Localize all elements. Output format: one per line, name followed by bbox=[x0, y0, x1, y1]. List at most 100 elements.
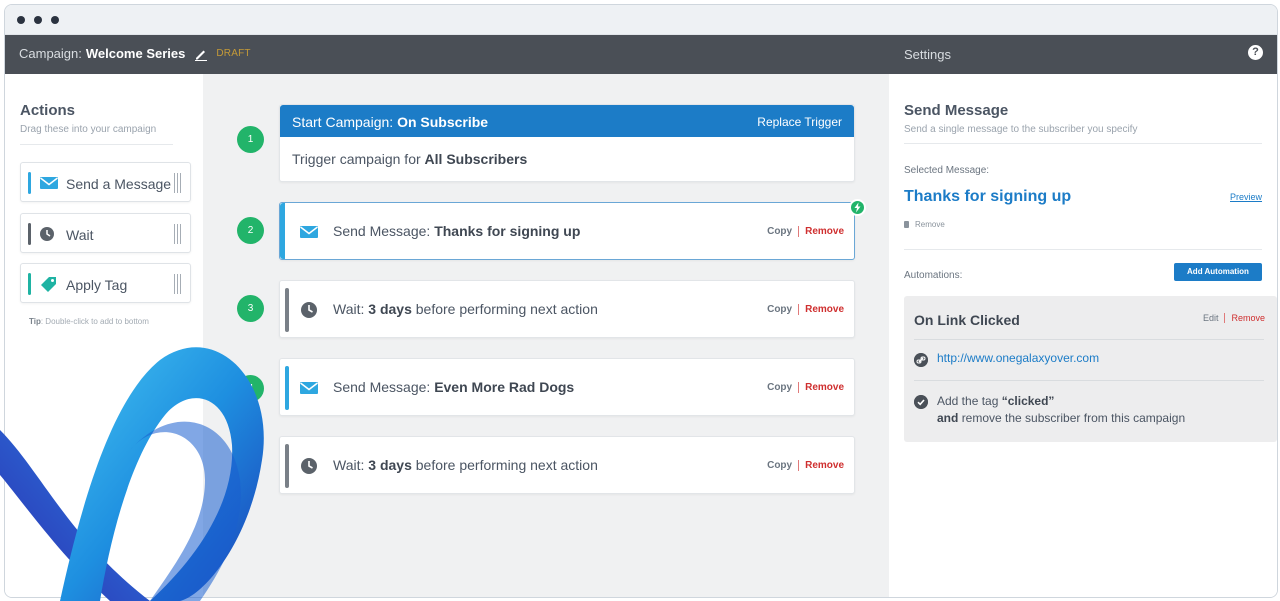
window-chrome bbox=[5, 5, 1277, 35]
step-text: Send Message: Even More Rad Dogs bbox=[333, 379, 575, 395]
link-separator bbox=[798, 460, 800, 471]
trash-icon bbox=[904, 221, 909, 228]
actions-title: Actions bbox=[20, 102, 76, 119]
link-separator bbox=[798, 304, 800, 315]
window-dot-icon[interactable] bbox=[51, 16, 59, 24]
copy-link[interactable]: Copy bbox=[767, 304, 792, 315]
action-color-bar bbox=[28, 223, 31, 245]
step-number: 3 bbox=[237, 295, 264, 322]
action-color-bar bbox=[28, 172, 31, 194]
step-card-wait[interactable]: Wait: 3 days before performing next acti… bbox=[279, 436, 855, 494]
step-actions: Copy Remove bbox=[767, 460, 844, 471]
automations-label: Automations: bbox=[904, 270, 963, 281]
trigger-header: Start Campaign: On Subscribe Replace Tri… bbox=[280, 105, 854, 137]
clock-icon bbox=[40, 227, 54, 241]
checkmark-icon bbox=[914, 395, 928, 409]
automation-card: On Link Clicked Edit Remove http://www.o… bbox=[904, 296, 1277, 442]
preview-link[interactable]: Preview bbox=[1230, 192, 1262, 202]
clock-icon bbox=[301, 302, 317, 318]
tip-label: Tip bbox=[29, 317, 41, 326]
actions-subtitle: Drag these into your campaign bbox=[20, 124, 157, 135]
status-badge: DRAFT bbox=[216, 48, 251, 59]
action-label: Apply Tag bbox=[66, 277, 128, 293]
automation-title: On Link Clicked bbox=[914, 312, 1020, 328]
step-actions: Copy Remove bbox=[767, 382, 844, 393]
step-color-bar bbox=[285, 288, 289, 332]
divider bbox=[914, 380, 1264, 381]
copy-link[interactable]: Copy bbox=[767, 226, 792, 237]
step-card-wait[interactable]: Wait: 3 days before performing next acti… bbox=[279, 280, 855, 338]
settings-panel-title: Send Message bbox=[904, 102, 1009, 119]
action-apply-tag[interactable]: Apply Tag bbox=[20, 263, 191, 303]
trigger-description: Trigger campaign for All Subscribers bbox=[292, 151, 528, 167]
envelope-icon bbox=[300, 226, 318, 238]
campaign-name: Welcome Series bbox=[85, 46, 186, 61]
remove-message-label: Remove bbox=[915, 220, 945, 229]
divider bbox=[20, 144, 173, 145]
remove-link[interactable]: Remove bbox=[805, 226, 844, 237]
add-automation-button[interactable]: Add Automation bbox=[1174, 263, 1262, 281]
step-actions: Copy Remove bbox=[767, 304, 844, 315]
remove-link[interactable]: Remove bbox=[805, 304, 844, 315]
step-card-send-message[interactable]: Send Message: Thanks for signing up Copy… bbox=[279, 202, 855, 260]
selected-message-title[interactable]: Thanks for signing up bbox=[904, 188, 1071, 206]
remove-link[interactable]: Remove bbox=[1231, 313, 1265, 323]
campaign-prefix: Campaign: bbox=[19, 46, 82, 61]
window-dot-icon[interactable] bbox=[17, 16, 25, 24]
pencil-icon[interactable] bbox=[194, 47, 208, 61]
trigger-card[interactable]: Start Campaign: On Subscribe Replace Tri… bbox=[279, 104, 855, 182]
action-color-bar bbox=[28, 273, 31, 295]
link-separator bbox=[798, 226, 800, 237]
step-color-bar bbox=[280, 203, 285, 259]
envelope-icon bbox=[40, 177, 58, 189]
lightning-icon[interactable] bbox=[849, 199, 866, 216]
action-wait[interactable]: Wait bbox=[20, 213, 191, 253]
action-send-message[interactable]: Send a Message bbox=[20, 162, 191, 202]
divider bbox=[914, 339, 1264, 340]
settings-title: Settings bbox=[904, 47, 951, 62]
step-color-bar bbox=[285, 444, 289, 488]
settings-panel: Send Message Send a single message to th… bbox=[889, 74, 1277, 597]
step-color-bar bbox=[285, 366, 289, 410]
brand-swirl-logo bbox=[0, 347, 264, 601]
remove-link[interactable]: Remove bbox=[805, 382, 844, 393]
trigger-title: Start Campaign: On Subscribe bbox=[292, 114, 489, 130]
automation-action-text: Add the tag “clicked” and remove the sub… bbox=[937, 394, 1186, 425]
drag-handle-icon[interactable] bbox=[174, 224, 181, 244]
drag-handle-icon[interactable] bbox=[174, 173, 181, 193]
replace-trigger-link[interactable]: Replace Trigger bbox=[757, 115, 842, 129]
link-icon bbox=[914, 353, 928, 367]
clock-icon bbox=[301, 458, 317, 474]
drag-handle-icon[interactable] bbox=[174, 274, 181, 294]
top-bar: Campaign: Welcome Series DRAFT Settings … bbox=[5, 35, 1277, 74]
divider bbox=[904, 143, 1262, 144]
campaign-title: Campaign: Welcome Series DRAFT bbox=[19, 46, 251, 61]
tip-body: : Double-click to add to bottom bbox=[40, 317, 149, 326]
tip-text: Tip: Double-click to add to bottom bbox=[29, 317, 149, 326]
step-number: 1 bbox=[237, 126, 264, 153]
automation-actions: Edit Remove bbox=[1203, 313, 1265, 323]
window-dot-icon[interactable] bbox=[34, 16, 42, 24]
settings-panel-subtitle: Send a single message to the subscriber … bbox=[904, 124, 1138, 135]
step-number: 2 bbox=[237, 217, 264, 244]
envelope-icon bbox=[300, 382, 318, 394]
help-icon[interactable]: ? bbox=[1248, 45, 1263, 60]
action-label: Wait bbox=[66, 227, 94, 243]
workflow-canvas: 1 Start Campaign: On Subscribe Replace T… bbox=[203, 74, 889, 597]
step-actions: Copy Remove bbox=[767, 226, 844, 237]
automation-url[interactable]: http://www.onegalaxyover.com bbox=[937, 351, 1099, 365]
step-text: Wait: 3 days before performing next acti… bbox=[333, 457, 598, 473]
link-separator bbox=[1224, 313, 1226, 323]
tag-icon bbox=[41, 277, 56, 292]
link-separator bbox=[798, 382, 800, 393]
step-text: Wait: 3 days before performing next acti… bbox=[333, 301, 598, 317]
selected-message-label: Selected Message: bbox=[904, 165, 990, 176]
copy-link[interactable]: Copy bbox=[767, 382, 792, 393]
edit-link[interactable]: Edit bbox=[1203, 313, 1219, 323]
remove-link[interactable]: Remove bbox=[805, 460, 844, 471]
step-card-send-message[interactable]: Send Message: Even More Rad Dogs Copy Re… bbox=[279, 358, 855, 416]
remove-message-button[interactable]: Remove bbox=[904, 220, 945, 229]
copy-link[interactable]: Copy bbox=[767, 460, 792, 471]
action-label: Send a Message bbox=[66, 176, 172, 192]
step-text: Send Message: Thanks for signing up bbox=[333, 223, 581, 239]
